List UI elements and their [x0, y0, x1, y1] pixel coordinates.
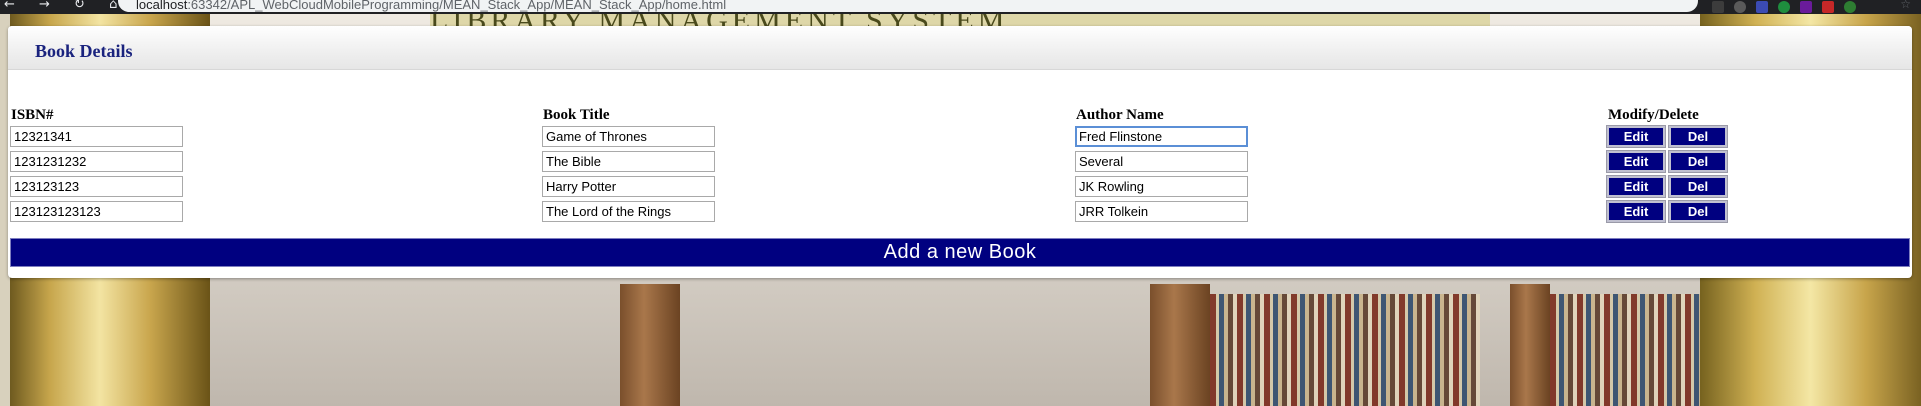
table-row: EditDel [10, 174, 1910, 199]
title-input[interactable] [542, 126, 715, 147]
isbn-input[interactable] [10, 151, 183, 172]
column-header-title: Book Title [543, 107, 610, 123]
table-row: EditDel [10, 124, 1910, 149]
edit-button[interactable]: Edit [1606, 175, 1666, 198]
delete-button[interactable]: Del [1668, 125, 1728, 148]
column-header-actions: Modify/Delete [1608, 107, 1699, 123]
book-rows [1550, 294, 1700, 406]
table-header-row: ISBN# Book Title Author Name Modify/Dele… [10, 106, 1910, 124]
extension-icon-4[interactable] [1778, 1, 1790, 13]
bookshelf [620, 284, 680, 406]
book-rows [1210, 294, 1480, 406]
title-input[interactable] [542, 176, 715, 197]
edit-button[interactable]: Edit [1606, 150, 1666, 173]
isbn-input[interactable] [10, 176, 183, 197]
edit-button[interactable]: Edit [1606, 125, 1666, 148]
table-row: EditDel [10, 149, 1910, 174]
extension-icon-5[interactable] [1800, 1, 1812, 13]
bookmark-star-icon[interactable]: ☆ [1900, 0, 1911, 11]
author-input[interactable] [1075, 151, 1248, 172]
column-header-author: Author Name [1076, 107, 1164, 123]
table-row: EditDel [10, 199, 1910, 224]
author-input[interactable] [1075, 176, 1248, 197]
bookshelf [1150, 284, 1210, 406]
bookshelf [1510, 284, 1550, 406]
book-table: ISBN# Book Title Author Name Modify/Dele… [10, 106, 1910, 224]
panel-heading: Book Details [8, 26, 1912, 70]
extension-icon-6[interactable] [1822, 1, 1834, 13]
author-input[interactable] [1075, 201, 1248, 222]
delete-button[interactable]: Del [1668, 175, 1728, 198]
author-input[interactable] [1075, 126, 1248, 147]
title-input[interactable] [542, 201, 715, 222]
add-new-book-button[interactable]: Add a new Book [10, 238, 1910, 267]
extension-icon-3[interactable] [1756, 1, 1768, 13]
delete-button[interactable]: Del [1668, 150, 1728, 173]
url-host: localhost [136, 0, 188, 12]
browser-nav-icons[interactable]: ← → ↻ ⌂ [4, 0, 127, 12]
extension-icon-2[interactable] [1734, 1, 1746, 13]
isbn-input[interactable] [10, 201, 183, 222]
browser-toolbar: ← → ↻ ⌂ localhost:63342/APL_WebCloudMobi… [0, 0, 1921, 14]
column-header-isbn: ISBN# [11, 107, 54, 123]
book-details-panel: Book Details ISBN# Book Title Author Nam… [8, 26, 1912, 278]
extension-icon-1[interactable] [1712, 1, 1724, 13]
panel-title: Book Details [35, 41, 133, 61]
isbn-input[interactable] [10, 126, 183, 147]
title-input[interactable] [542, 151, 715, 172]
url-path: :63342/APL_WebCloudMobileProgramming/MEA… [187, 0, 727, 12]
delete-button[interactable]: Del [1668, 200, 1728, 223]
edit-button[interactable]: Edit [1606, 200, 1666, 223]
address-bar[interactable]: localhost:63342/APL_WebCloudMobileProgra… [118, 0, 1698, 12]
extension-icon-7[interactable] [1844, 1, 1856, 13]
